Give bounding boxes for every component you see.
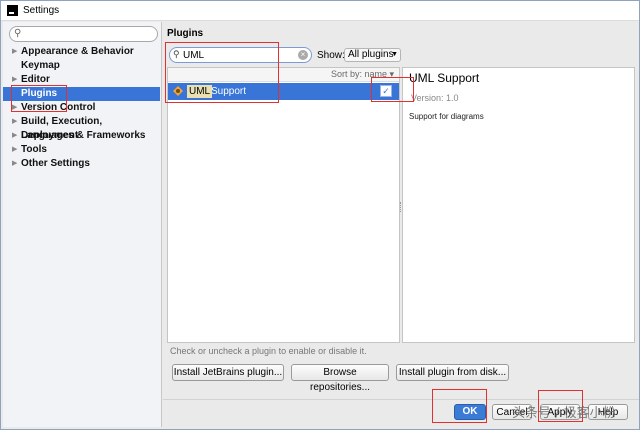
title-bar: Settings: [1, 1, 639, 21]
sidebar-item-label: Appearance & Behavior: [21, 46, 134, 57]
sidebar-item-version-control[interactable]: ▶ Version Control: [3, 101, 160, 115]
plugins-hint-text: Check or uncheck a plugin to enable or d…: [170, 346, 367, 356]
sort-dropdown[interactable]: Sort by: name ▾: [331, 69, 394, 80]
settings-window: Settings ⚲ ▶ Appearance & Behavior Keymap ▶…: [0, 0, 640, 430]
sort-bar: Sort by: name ▾: [168, 68, 399, 82]
sidebar-item-label: Plugins: [21, 88, 58, 99]
sidebar-item-label: Version Control: [21, 102, 96, 113]
sidebar-item-label: Languages & Frameworks: [21, 130, 146, 141]
plugin-detail-description: Support for diagrams: [409, 112, 484, 121]
plugin-details: UML Support Version: 1.0 Support for dia…: [402, 67, 635, 343]
sidebar-item-other-settings[interactable]: ▶ Other Settings: [3, 157, 160, 171]
plugin-search-field[interactable]: ⚲ ×: [169, 47, 312, 63]
plugin-list: Sort by: name ▾ UML Support ✓: [167, 67, 400, 343]
search-icon: ⚲: [14, 28, 22, 39]
plugin-name-rest: Support: [211, 86, 247, 97]
sidebar-item-plugins[interactable]: Plugins: [3, 87, 160, 101]
sidebar-item-appearance-behavior[interactable]: ▶ Appearance & Behavior: [3, 45, 160, 59]
sidebar-item-keymap[interactable]: Keymap: [3, 59, 160, 73]
install-from-disk-button[interactable]: Install plugin from disk...: [396, 364, 509, 381]
sort-label: Sort by: name: [330, 69, 387, 79]
sidebar-item-tools[interactable]: ▶ Tools: [3, 143, 160, 157]
sidebar-item-label: Editor: [21, 74, 50, 85]
plugin-name-highlight: UML: [187, 85, 213, 98]
show-filter-dropdown[interactable]: All plugins ▼: [344, 48, 401, 62]
plugin-search-input[interactable]: [183, 49, 293, 61]
sidebar-item-languages-frameworks[interactable]: ▶ Languages & Frameworks: [3, 129, 160, 143]
expand-arrow-icon[interactable]: ▶: [12, 101, 17, 115]
expand-arrow-icon[interactable]: ▶: [12, 73, 17, 87]
expand-arrow-icon[interactable]: ▶: [12, 129, 17, 143]
settings-search-input[interactable]: ⚲: [9, 26, 158, 42]
browse-repositories-button[interactable]: Browse repositories...: [291, 364, 389, 393]
intellij-app-icon: [7, 5, 18, 16]
expand-arrow-icon[interactable]: ▶: [12, 45, 17, 59]
plugins-page: Plugins ⚲ × Show: All plugins ▼ Sort by:…: [163, 22, 639, 427]
sidebar-item-build-execution-deployment[interactable]: ▶ Build, Execution, Deployment: [3, 115, 160, 141]
page-title: Plugins: [167, 28, 204, 39]
ok-button[interactable]: OK: [454, 404, 486, 420]
watermark-text: 头条号 / 极客小粉: [512, 406, 616, 421]
sidebar-item-label: Tools: [21, 144, 47, 155]
install-jetbrains-plugin-button[interactable]: Install JetBrains plugin...: [172, 364, 284, 381]
plugin-detail-name: UML Support: [409, 71, 480, 85]
search-icon: ⚲: [173, 49, 180, 59]
plugin-row-uml-support[interactable]: UML Support ✓: [168, 83, 399, 100]
sidebar-item-label: Keymap: [21, 60, 60, 71]
plugin-detail-version: Version: 1.0: [411, 93, 459, 103]
expand-arrow-icon[interactable]: ▶: [12, 115, 17, 129]
show-filter-value: All plugins: [348, 49, 394, 60]
sidebar-item-label: Other Settings: [21, 158, 90, 169]
plugin-enabled-checkbox[interactable]: ✓: [380, 85, 392, 97]
settings-sidebar: ⚲ ▶ Appearance & Behavior Keymap ▶ Editor Plu…: [3, 22, 162, 427]
chevron-down-icon: ▼: [391, 51, 398, 58]
expand-arrow-icon[interactable]: ▶: [12, 157, 17, 171]
expand-arrow-icon[interactable]: ▶: [12, 143, 17, 157]
sidebar-item-editor[interactable]: ▶ Editor: [3, 73, 160, 87]
clear-search-icon[interactable]: ×: [298, 50, 308, 60]
show-filter-label: Show:: [317, 50, 345, 61]
plugin-icon: [173, 86, 183, 96]
window-title: Settings: [23, 5, 60, 16]
